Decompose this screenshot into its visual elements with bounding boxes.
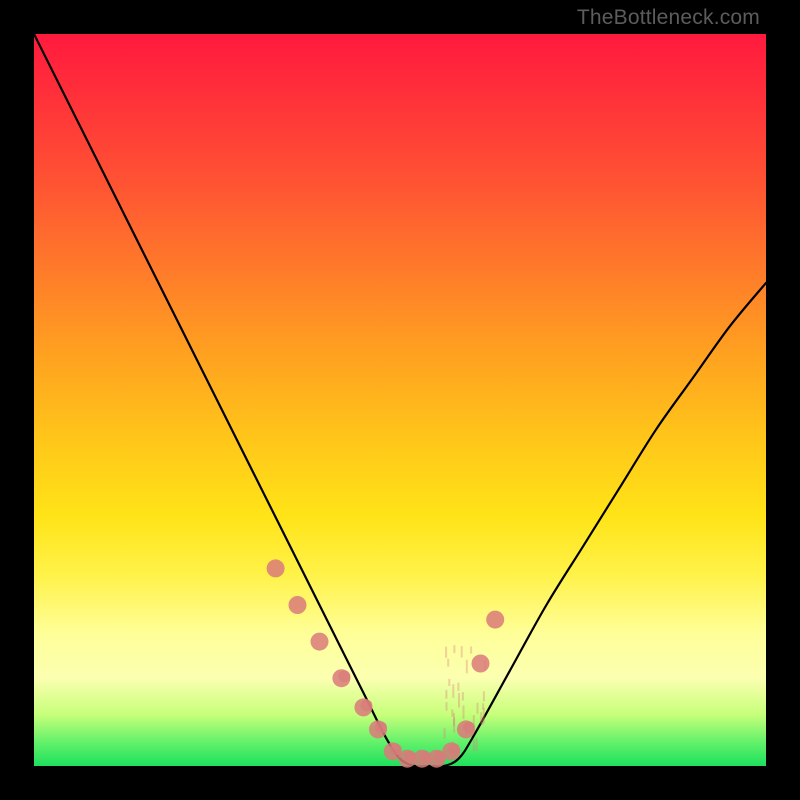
marker-dot — [360, 699, 372, 711]
marker-dot — [375, 721, 387, 733]
marker-dot — [311, 633, 329, 651]
marker-dot — [289, 596, 307, 614]
marker-dot — [463, 721, 475, 733]
chart-svg — [34, 34, 766, 766]
watermark-text: TheBottleneck.com — [577, 6, 760, 30]
marker-dot — [267, 559, 285, 577]
curve-group — [34, 34, 766, 768]
marker-dot — [448, 743, 460, 755]
plot-area — [34, 34, 766, 766]
marker-dot — [472, 655, 490, 673]
bottleneck-curve — [34, 34, 766, 767]
marker-dot — [486, 611, 504, 629]
chart-frame: TheBottleneck.com — [0, 0, 800, 800]
marker-dot — [338, 670, 350, 682]
